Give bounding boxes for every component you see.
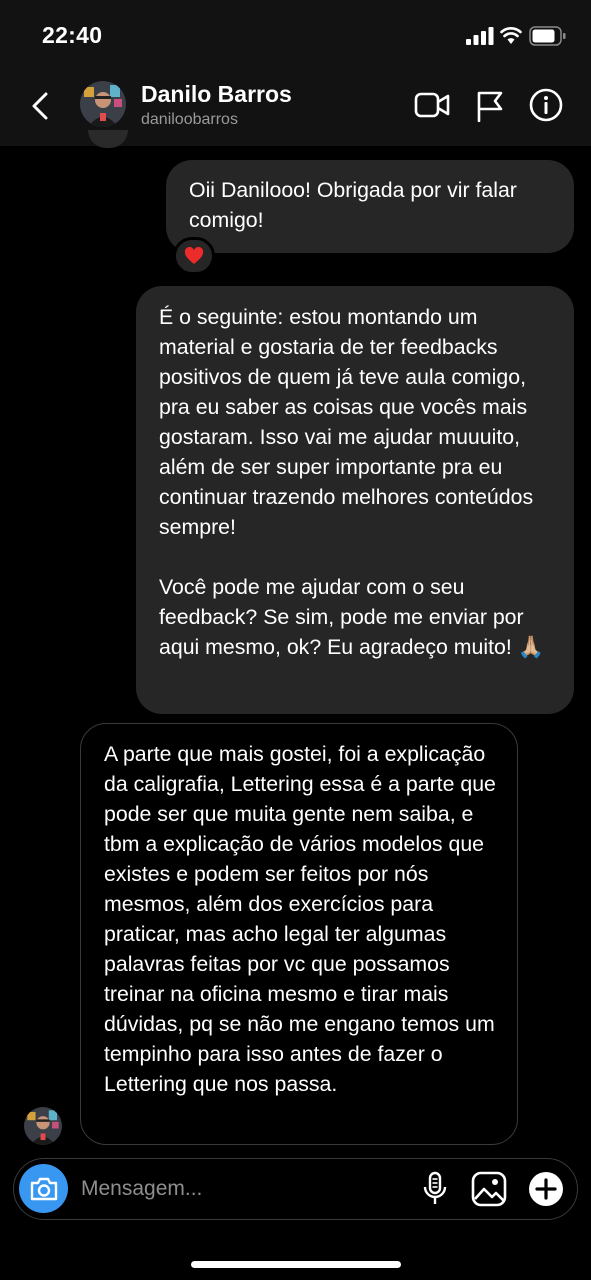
camera-icon	[30, 1177, 57, 1200]
contact-username[interactable]: daniloobarros	[141, 111, 238, 129]
avatar[interactable]	[80, 81, 126, 127]
microphone-icon[interactable]	[422, 1171, 448, 1207]
battery-icon	[529, 26, 566, 46]
status-time: 22:40	[42, 22, 103, 48]
message-input[interactable]: Mensagem...	[81, 1177, 202, 1201]
flag-icon[interactable]	[476, 90, 504, 122]
message-bubble-outgoing[interactable]: Oii Danilooo! Obrigada por vir falar com…	[166, 160, 574, 253]
heart-icon	[184, 247, 204, 264]
message-paragraph: É o seguinte: estou montando um material…	[159, 305, 534, 539]
home-indicator[interactable]	[191, 1261, 401, 1268]
back-icon[interactable]	[28, 90, 52, 122]
message-text: A parte que mais gostei, foi a explicaçã…	[104, 742, 496, 1096]
status-bar: 22:40	[0, 0, 591, 70]
video-call-icon[interactable]	[414, 90, 450, 120]
message-bubble-incoming[interactable]: A parte que mais gostei, foi a explicaçã…	[80, 723, 518, 1145]
message-paragraph: Você pode me ajudar com o seu feedback? …	[159, 575, 545, 659]
camera-button[interactable]	[19, 1164, 68, 1213]
message-composer[interactable]: Mensagem...	[13, 1158, 578, 1220]
message-text: Oii Danilooo! Obrigada por vir falar com…	[189, 178, 517, 232]
plus-icon[interactable]	[528, 1171, 564, 1207]
message-reaction[interactable]	[173, 237, 215, 275]
signal-icon	[466, 27, 494, 45]
info-icon[interactable]	[529, 88, 563, 122]
message-bubble-outgoing[interactable]: É o seguinte: estou montando um material…	[136, 286, 574, 714]
gallery-icon[interactable]	[471, 1171, 507, 1207]
wifi-icon	[500, 27, 522, 44]
contact-name[interactable]: Danilo Barros	[141, 81, 292, 108]
avatar[interactable]	[24, 1107, 62, 1145]
